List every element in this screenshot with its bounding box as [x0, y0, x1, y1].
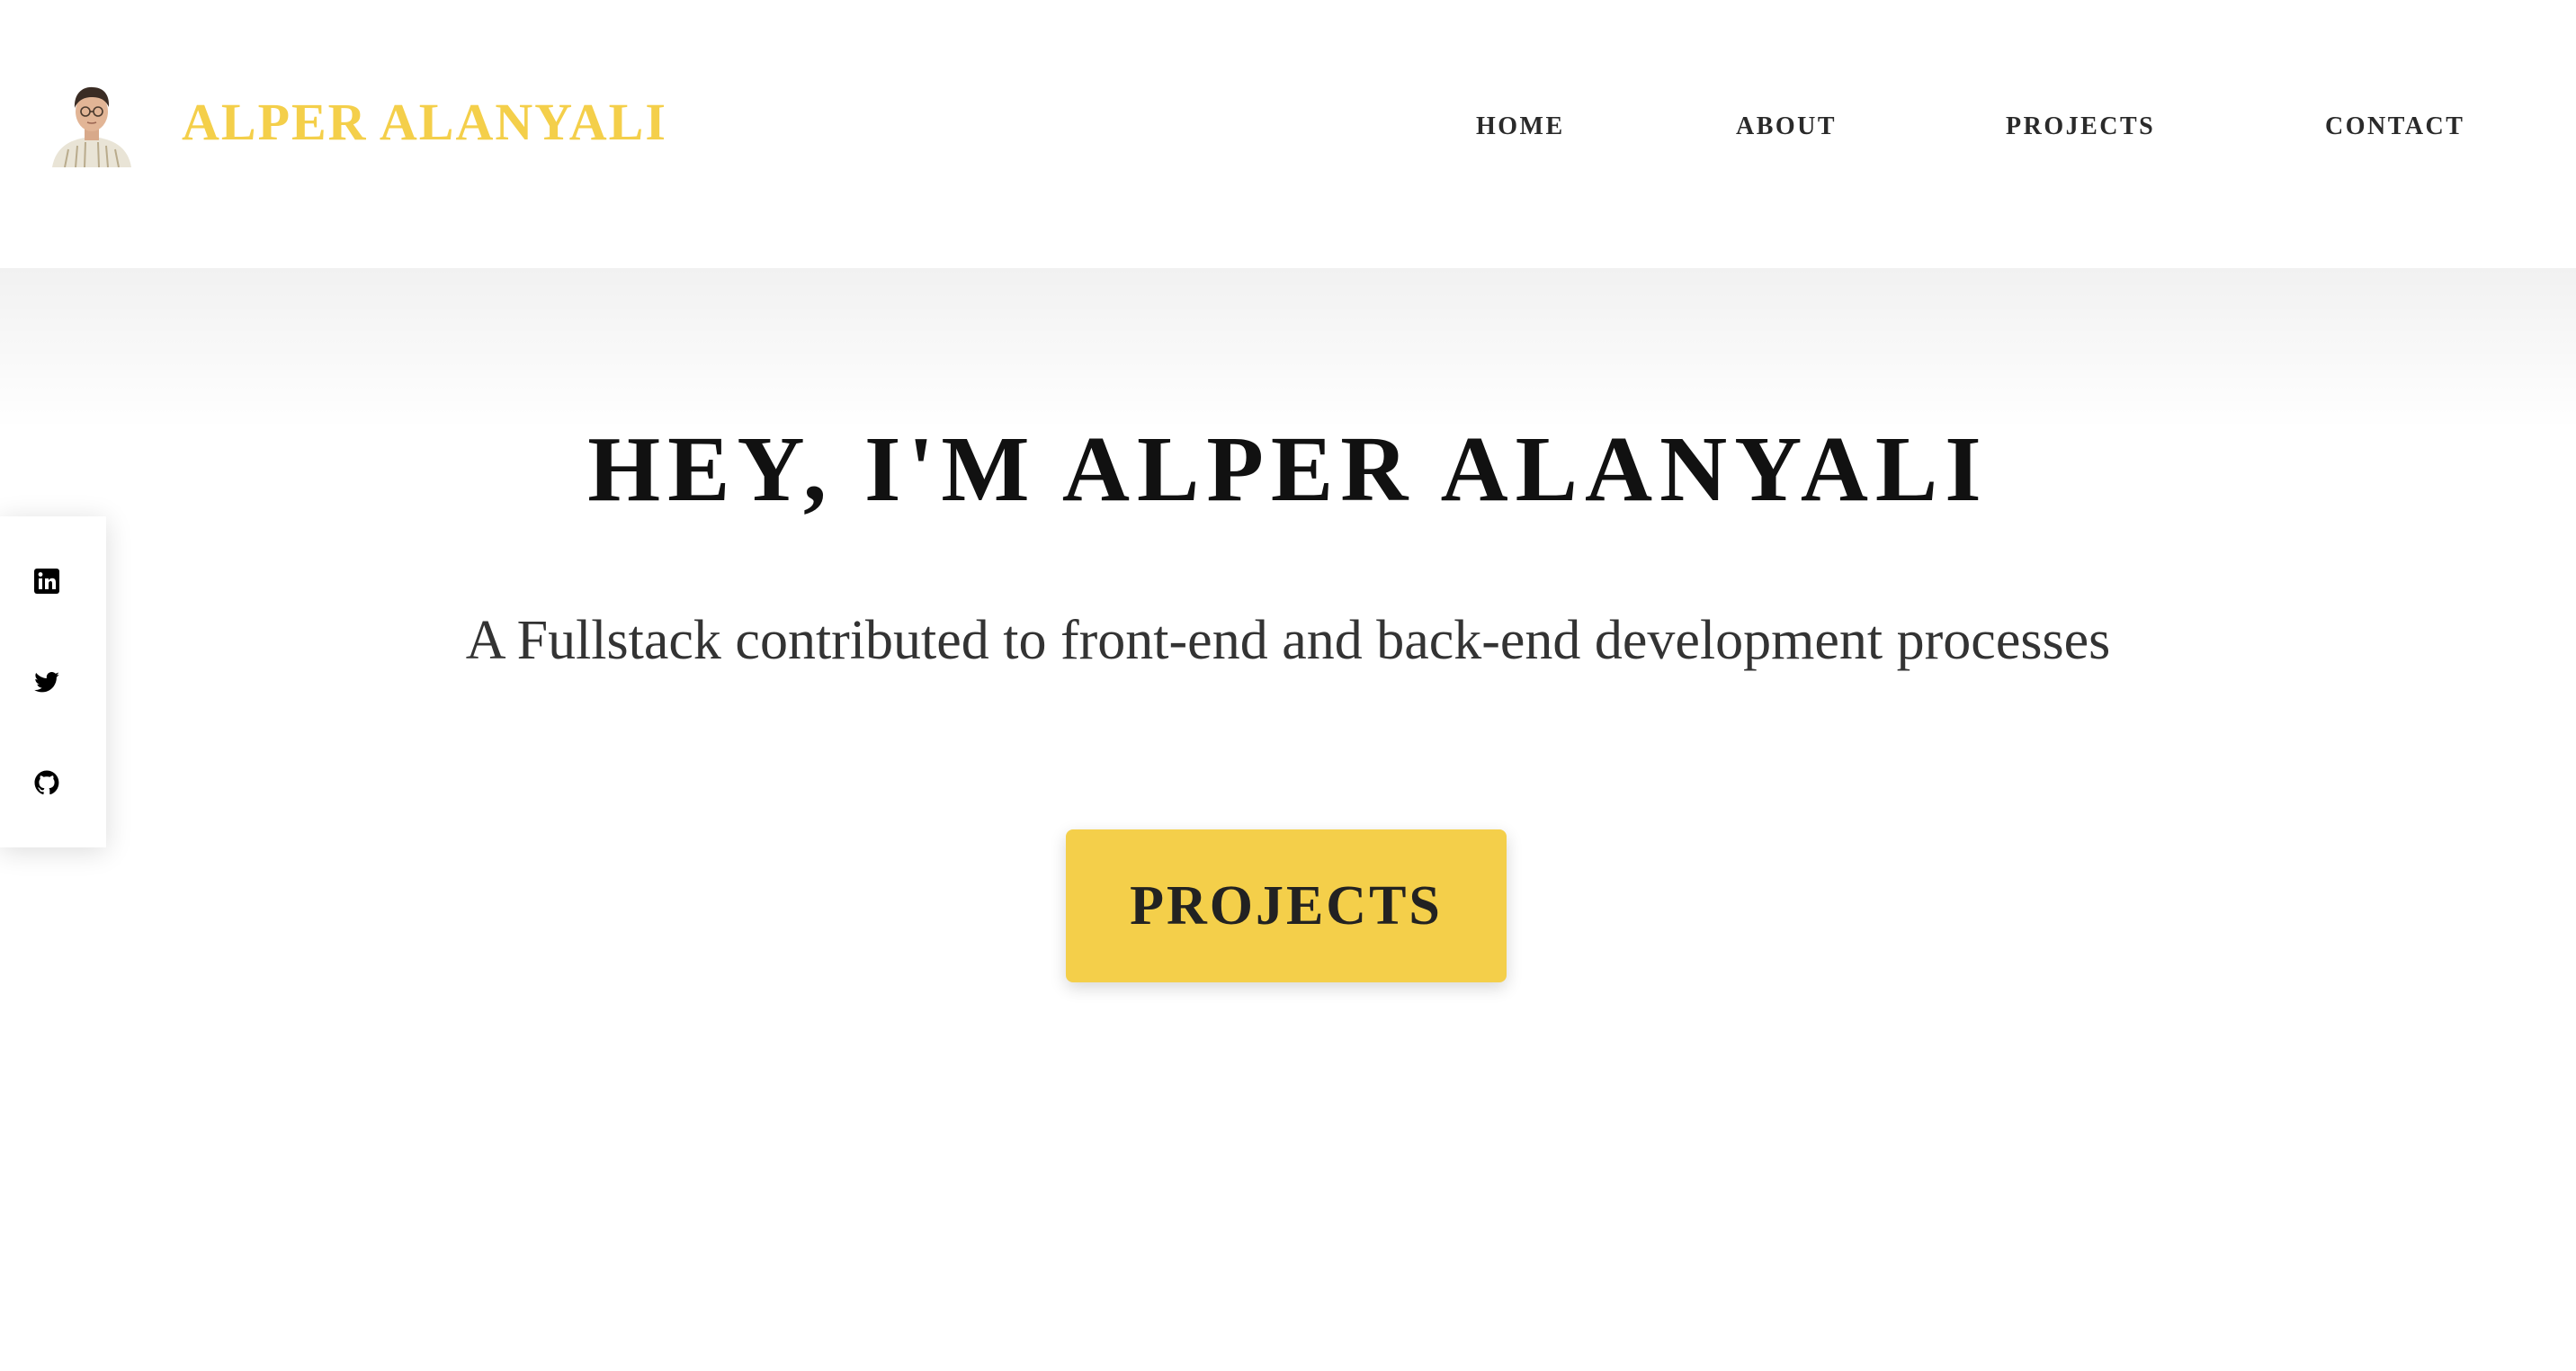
site-header: ALPER ALANYALI HOME ABOUT PROJECTS CONTA…: [0, 0, 2576, 268]
hero-title: HEY, I'M ALPER ALANYALI: [587, 417, 1989, 521]
linkedin-icon: [34, 569, 59, 594]
nav-home[interactable]: HOME: [1476, 112, 1565, 142]
twitter-link[interactable]: [32, 668, 61, 696]
hero-subtitle: A Fullstack contributed to front-end and…: [465, 610, 2111, 671]
nav-projects[interactable]: PROJECTS: [2006, 112, 2155, 142]
main-nav: HOME ABOUT PROJECTS CONTACT: [0, 112, 2576, 148]
github-icon: [34, 770, 59, 795]
twitter-icon: [34, 672, 59, 693]
github-link[interactable]: [32, 768, 61, 797]
social-sidebar: [0, 516, 106, 847]
linkedin-link[interactable]: [32, 567, 61, 596]
nav-about[interactable]: ABOUT: [1736, 112, 1837, 142]
header-shadow: [0, 268, 2576, 430]
projects-button[interactable]: PROJECTS: [1066, 829, 1507, 982]
nav-contact[interactable]: CONTACT: [2325, 112, 2464, 142]
